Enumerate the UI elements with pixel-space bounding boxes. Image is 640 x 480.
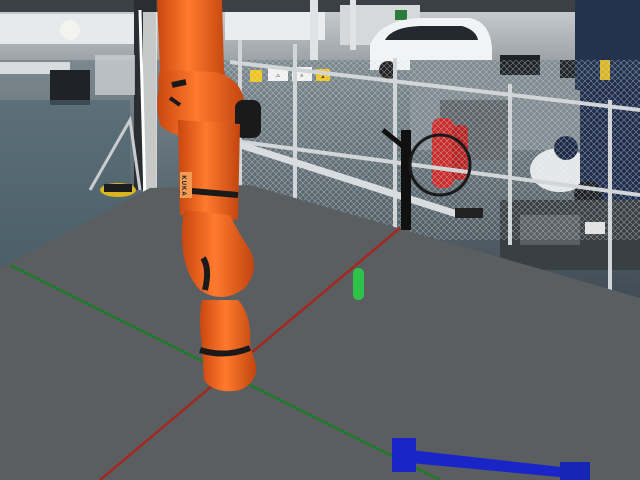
- scene-canvas: ⚠ ≡ ▲: [0, 0, 640, 480]
- ar-robot-viewport[interactable]: ⚠ ≡ ▲: [0, 0, 640, 480]
- target-marker[interactable]: [353, 268, 364, 300]
- robot-brand-label: KUKA: [180, 175, 186, 196]
